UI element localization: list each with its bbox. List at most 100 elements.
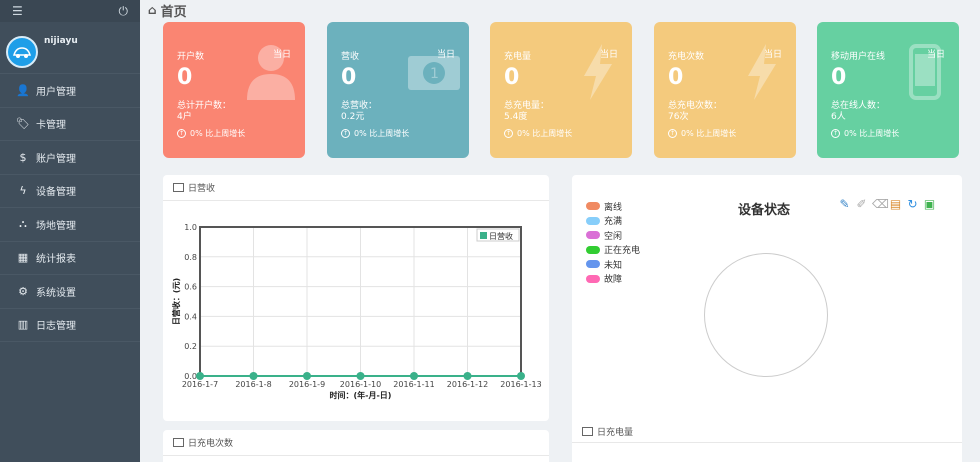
card-total-value: 5.4度	[504, 112, 528, 122]
card-value: 0	[504, 65, 520, 90]
sidebar-item-label: 设备管理	[36, 187, 76, 199]
gear-icon: ⚙	[18, 284, 28, 298]
dollar-icon: $	[19, 150, 27, 164]
legend-label: 充满	[604, 217, 623, 228]
legend-swatch	[586, 231, 600, 240]
card-total-value: 76次	[668, 112, 689, 122]
tag-icon: 🏷	[16, 117, 30, 131]
card-growth-text: 0% 比上周增长	[844, 129, 900, 138]
card-total-value: 4户	[177, 112, 192, 122]
data-view-icon[interactable]: ▤	[889, 198, 902, 211]
x-tick-label: 2016-1-9	[289, 380, 325, 389]
edit-icon[interactable]: ✎	[838, 198, 851, 211]
up-arrow-icon: ↑	[341, 129, 350, 138]
sidebar-item-7[interactable]: ▥ 日志管理	[0, 309, 140, 342]
home-icon: ⌂	[148, 3, 157, 17]
sidebar-item-label: 场地管理	[36, 220, 76, 232]
data-point	[463, 372, 472, 380]
hamburger-icon[interactable]: ☰	[12, 4, 23, 18]
sidebar-item-3[interactable]: ϟ 设备管理	[0, 175, 140, 208]
card-growth: ↑ 0% 比上周增长	[831, 128, 899, 139]
sidebar-item-6[interactable]: ⚙ 系统设置	[0, 275, 140, 309]
x-tick-label: 2016-1-11	[393, 380, 434, 389]
sidebar-item-2[interactable]: $ 账户管理	[0, 141, 140, 175]
card-title: 充电次数	[668, 52, 705, 62]
refresh-icon[interactable]: ↻	[906, 198, 919, 211]
x-axis-title: 时间：(年-月-日)	[330, 390, 392, 400]
sidebar-item-5[interactable]: ▦ 统计报表	[0, 242, 140, 275]
card-growth-text: 0% 比上周增长	[190, 129, 246, 138]
card-period-tag: 当日	[272, 50, 291, 60]
sidebar-item-4[interactable]: ⛬ 场地管理	[0, 208, 140, 242]
bolt-icon: ϟ	[19, 184, 27, 198]
y-tick-label: 1.0	[184, 223, 197, 232]
legend-item[interactable]: 未知	[586, 257, 640, 272]
trash-icon[interactable]: ⌫	[872, 198, 889, 211]
card-title: 移动用户在线	[831, 52, 886, 62]
y-axis-title: 日营收：(元)	[171, 278, 181, 325]
stat-card[interactable]: 开户数 当日 0 总计开户数： 4户 ↑ 0% 比上周增长	[163, 22, 305, 158]
stat-card[interactable]: 1 营收 当日 0 总营收： 0.2元 ↑ 0% 比上周增长	[327, 22, 469, 158]
username: nijiayu	[44, 36, 78, 46]
y-tick-label: 0.4	[184, 312, 197, 321]
charge-count-panel-title: 日充电次数	[188, 439, 234, 449]
data-point	[410, 372, 418, 380]
data-point	[196, 372, 204, 380]
card-growth-text: 0% 比上周增长	[681, 129, 737, 138]
up-arrow-icon: ↑	[504, 129, 513, 138]
legend-swatch	[586, 202, 600, 211]
sitemap-icon: ⛬	[19, 217, 27, 231]
avatar[interactable]	[6, 36, 38, 68]
card-growth-text: 0% 比上周增长	[517, 129, 573, 138]
card-growth: ↑ 0% 比上周增长	[668, 128, 736, 139]
chart-toolbox: ✎ ✐ ⌫ ▤ ↻ ▣	[838, 198, 936, 211]
sidebar: ☰ ⏻ nijiayu 👤 用户管理 🏷 卡管理 $ 账户管理 ϟ 设备管理 ⛬ 场地管理 ▦ 统计报…	[0, 0, 140, 462]
card-value: 0	[177, 65, 193, 90]
status-pie-chart	[704, 253, 828, 377]
card-total-value: 6人	[831, 112, 846, 122]
user-block: nijiayu	[0, 22, 140, 74]
pencil-icon[interactable]: ✐	[855, 198, 868, 211]
bar-chart-icon	[173, 183, 184, 192]
card-period-tag: 当日	[926, 50, 945, 60]
legend-item[interactable]: 故障	[586, 272, 640, 287]
table-icon: ▦	[17, 251, 29, 265]
card-period-tag: 当日	[436, 50, 455, 60]
card-title: 营收	[341, 52, 360, 62]
charge-count-panel: 日充电次数	[163, 430, 549, 462]
chart-legend-swatch	[480, 232, 487, 239]
daily-charge-header: 日充电量	[582, 425, 633, 438]
sidebar-item-label: 日志管理	[36, 321, 76, 333]
stat-card[interactable]: 充电量 当日 0 总充电量： 5.4度 ↑ 0% 比上周增长	[490, 22, 632, 158]
y-tick-label: 0.6	[184, 283, 197, 292]
legend-label: 空闲	[604, 231, 623, 242]
status-legend: 离线充满空闲 正在充电 未知 故障	[586, 199, 640, 286]
sidebar-item-0[interactable]: 👤 用户管理	[0, 74, 140, 108]
bar-chart-icon	[582, 427, 593, 436]
chart-legend-label: 日营收	[489, 231, 513, 241]
x-tick-label: 2016-1-10	[340, 380, 381, 389]
card-growth-text: 0% 比上周增长	[354, 129, 410, 138]
card-growth: ↑ 0% 比上周增长	[177, 128, 245, 139]
legend-item[interactable]: 正在充电	[586, 243, 640, 258]
legend-item[interactable]: 充满	[586, 214, 640, 229]
legend-item[interactable]: 离线	[586, 199, 640, 214]
card-period-tag: 当日	[763, 50, 782, 60]
stat-card[interactable]: 移动用户在线 当日 0 总在线人数： 6人 ↑ 0% 比上周增长	[817, 22, 959, 158]
up-arrow-icon: ↑	[831, 129, 840, 138]
device-status-panel: 离线 充满 空闲 正在充电 未知 故障 设备状态 ✎ ✐ ⌫ ▤ ↻ ▣ 日充电量	[572, 175, 962, 462]
sidebar-item-label: 系统设置	[36, 287, 76, 299]
power-icon[interactable]: ⏻	[119, 4, 129, 19]
stat-card[interactable]: 充电次数 当日 0 总充电次数： 76次 ↑ 0% 比上周增长	[654, 22, 796, 158]
card-value: 0	[341, 65, 357, 90]
money-icon: 1	[408, 56, 460, 90]
legend-swatch	[586, 260, 600, 269]
revenue-panel-title: 日营收	[188, 184, 216, 194]
legend-item[interactable]: 空闲	[586, 228, 640, 243]
data-point	[303, 372, 311, 380]
sidebar-item-1[interactable]: 🏷 卡管理	[0, 108, 140, 141]
save-image-icon[interactable]: ▣	[923, 198, 936, 211]
svg-text:1: 1	[430, 66, 439, 82]
card-title: 开户数	[177, 52, 205, 62]
divider	[572, 442, 962, 443]
